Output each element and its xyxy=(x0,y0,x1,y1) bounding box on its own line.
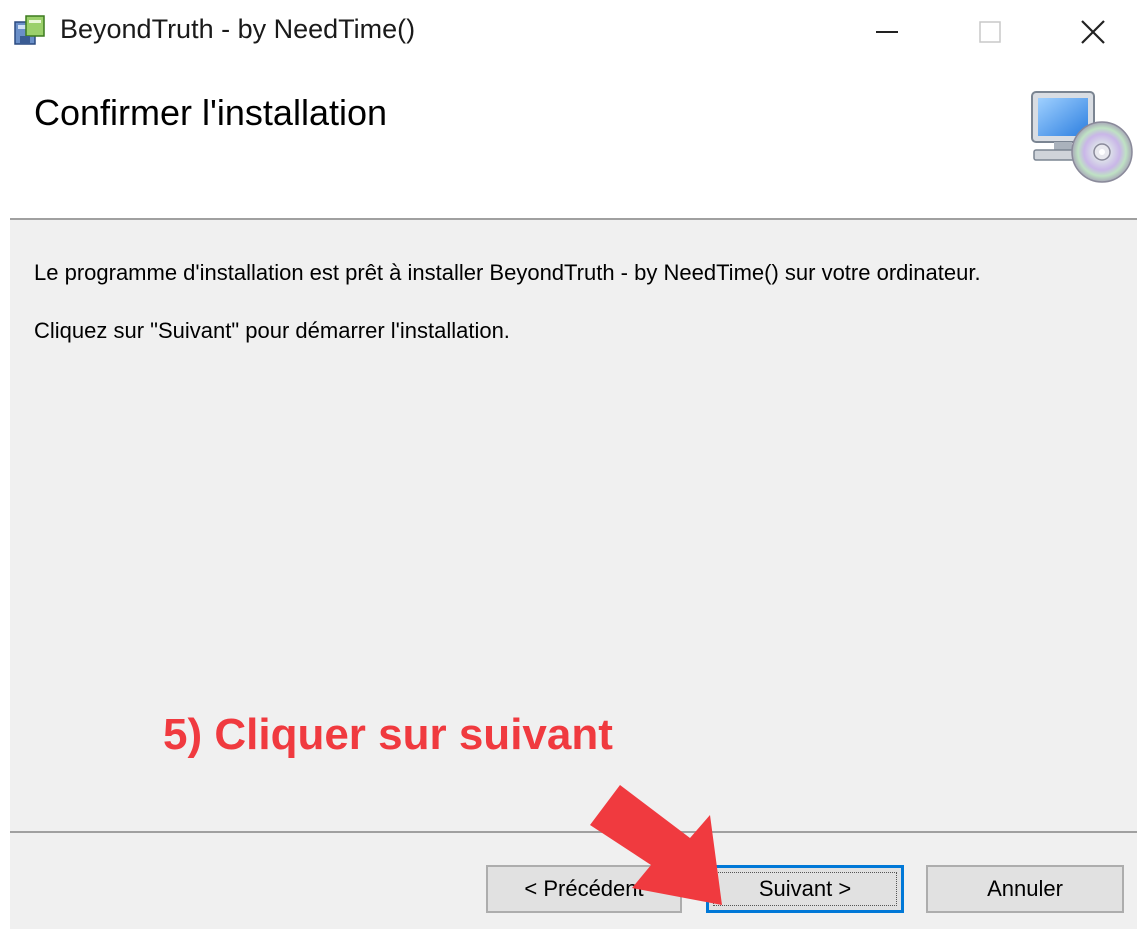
installer-icon xyxy=(14,15,45,45)
installer-window: BeyondTruth - by NeedTime() Confirmer l'… xyxy=(0,0,1137,929)
computer-cd-icon xyxy=(1031,91,1133,183)
previous-button[interactable]: < Précédent xyxy=(486,865,682,913)
next-button[interactable]: Suivant > xyxy=(706,865,904,913)
button-bar: < Précédent Suivant > Annuler xyxy=(10,833,1137,929)
maximize-button[interactable] xyxy=(945,0,1035,64)
confirm-message: Le programme d'installation est prêt à i… xyxy=(34,260,981,285)
minimize-button[interactable] xyxy=(842,0,932,64)
focus-rectangle xyxy=(713,872,897,906)
minimize-icon xyxy=(876,31,898,33)
window-title: BeyondTruth - by NeedTime() xyxy=(60,14,416,44)
cancel-button[interactable]: Annuler xyxy=(926,865,1124,913)
page-title: Confirmer l'installation xyxy=(34,92,388,133)
page-header: Confirmer l'installation xyxy=(0,64,1137,218)
close-icon xyxy=(1081,20,1105,44)
close-button[interactable] xyxy=(1048,0,1137,64)
annotation-label: 5) Cliquer sur suivant xyxy=(163,710,613,759)
title-bar[interactable]: BeyondTruth - by NeedTime() xyxy=(0,0,1137,64)
maximize-icon xyxy=(979,21,1001,43)
instruction-message: Cliquez sur "Suivant" pour démarrer l'in… xyxy=(34,318,510,343)
